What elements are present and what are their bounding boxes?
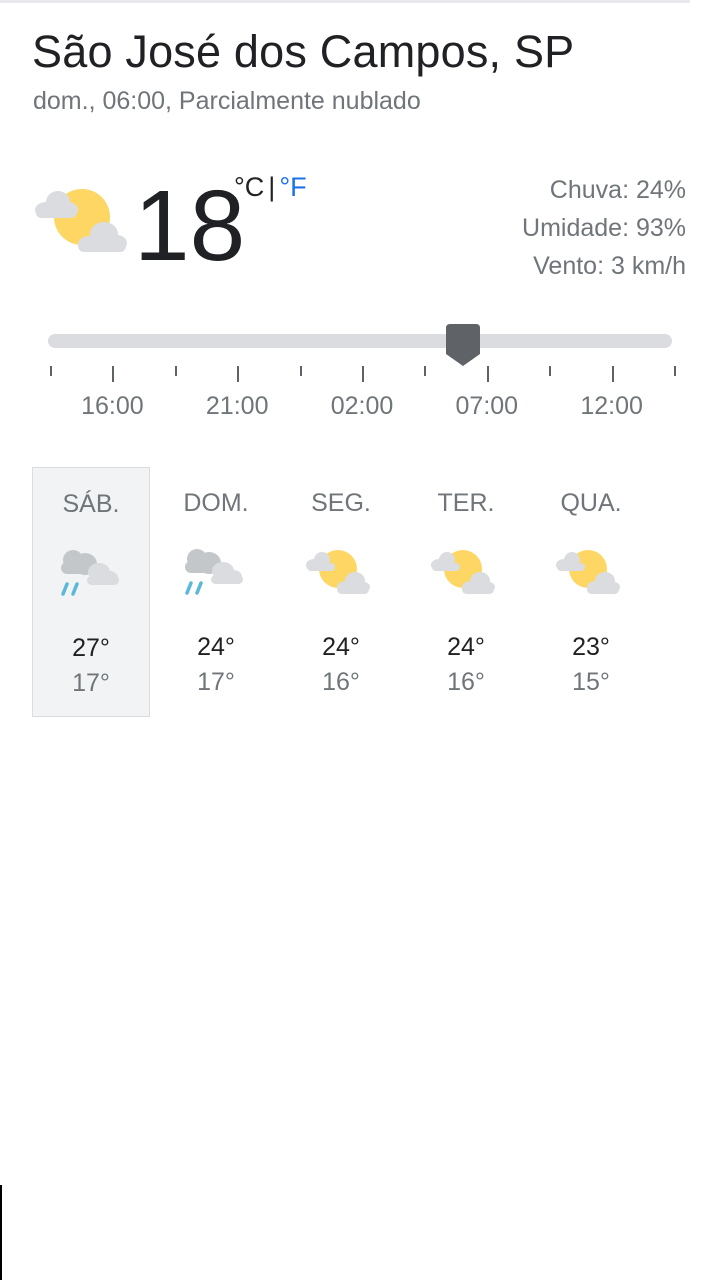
unit-toggle: °C | °F (234, 172, 307, 203)
day-low: 17° (197, 668, 235, 696)
major-tick (486, 366, 489, 382)
current-temperature: 18 (134, 170, 246, 282)
day-name: SÁB. (62, 490, 120, 518)
day-name: TER. (437, 489, 495, 517)
humidity: Umidade: 93% (522, 214, 686, 242)
partly-cloudy-icon (35, 189, 127, 252)
day-high: 24° (197, 633, 235, 661)
time-label: 02:00 (330, 392, 394, 420)
minor-tick (299, 366, 302, 376)
day-high: 24° (322, 633, 360, 661)
day-name: DOM. (183, 489, 249, 517)
forecast-day[interactable]: TER. 24° 16° (407, 467, 525, 717)
major-tick (611, 366, 614, 382)
wind-speed: Vento: 3 km/h (533, 252, 686, 280)
time-label: 07:00 (455, 392, 519, 420)
day-high: 23° (572, 633, 610, 661)
forecast-day[interactable]: SEG. 24° 16° (282, 467, 400, 717)
weather-details: Chuva: 24% Umidade: 93% Vento: 3 km/h (522, 171, 686, 285)
daily-forecast: SÁB. 27° 17° DOM. 24° 17° SEG. 24° 16° T… (32, 467, 692, 717)
day-high: 24° (447, 633, 485, 661)
rain-icon (185, 549, 243, 595)
unit-celsius[interactable]: °C (234, 172, 264, 202)
minor-tick (424, 366, 427, 376)
partly-cloudy-icon (306, 550, 370, 594)
forecast-day[interactable]: QUA. 23° 15° (532, 467, 650, 717)
partly-cloudy-icon (431, 550, 495, 594)
weather-card: São José dos Campos, SP dom., 06:00, Par… (0, 0, 720, 1280)
major-tick (112, 366, 115, 382)
forecast-day[interactable]: DOM. 24° 17° (157, 467, 275, 717)
day-low: 16° (322, 668, 360, 696)
day-name: QUA. (560, 489, 622, 517)
forecast-day[interactable]: SÁB. 27° 17° (32, 467, 150, 717)
minor-tick (50, 366, 52, 376)
unit-fahrenheit[interactable]: °F (279, 172, 306, 202)
time-ticks (0, 366, 720, 384)
day-low: 15° (572, 668, 610, 696)
time-label: 16:00 (81, 392, 144, 420)
minor-tick (674, 366, 676, 376)
major-tick (237, 366, 240, 382)
edge-artifact (0, 1185, 2, 1280)
rain-chance: Chuva: 24% (549, 176, 686, 204)
minor-tick (174, 366, 177, 376)
current-summary: dom., 06:00, Parcialmente nublado (33, 87, 421, 115)
top-divider (0, 0, 690, 3)
location-title: São José dos Campos, SP (32, 26, 575, 77)
time-slider-track[interactable] (48, 334, 672, 348)
day-name: SEG. (311, 489, 371, 517)
day-high: 27° (72, 634, 110, 662)
day-low: 17° (72, 669, 110, 697)
major-tick (362, 366, 364, 382)
partly-cloudy-icon (556, 550, 620, 594)
rain-icon (61, 550, 119, 596)
day-low: 16° (447, 668, 485, 696)
minor-tick (549, 366, 552, 376)
time-label: 12:00 (580, 392, 643, 420)
unit-separator: | (268, 172, 276, 202)
time-slider-thumb[interactable] (446, 324, 480, 366)
time-label: 21:00 (205, 392, 269, 420)
